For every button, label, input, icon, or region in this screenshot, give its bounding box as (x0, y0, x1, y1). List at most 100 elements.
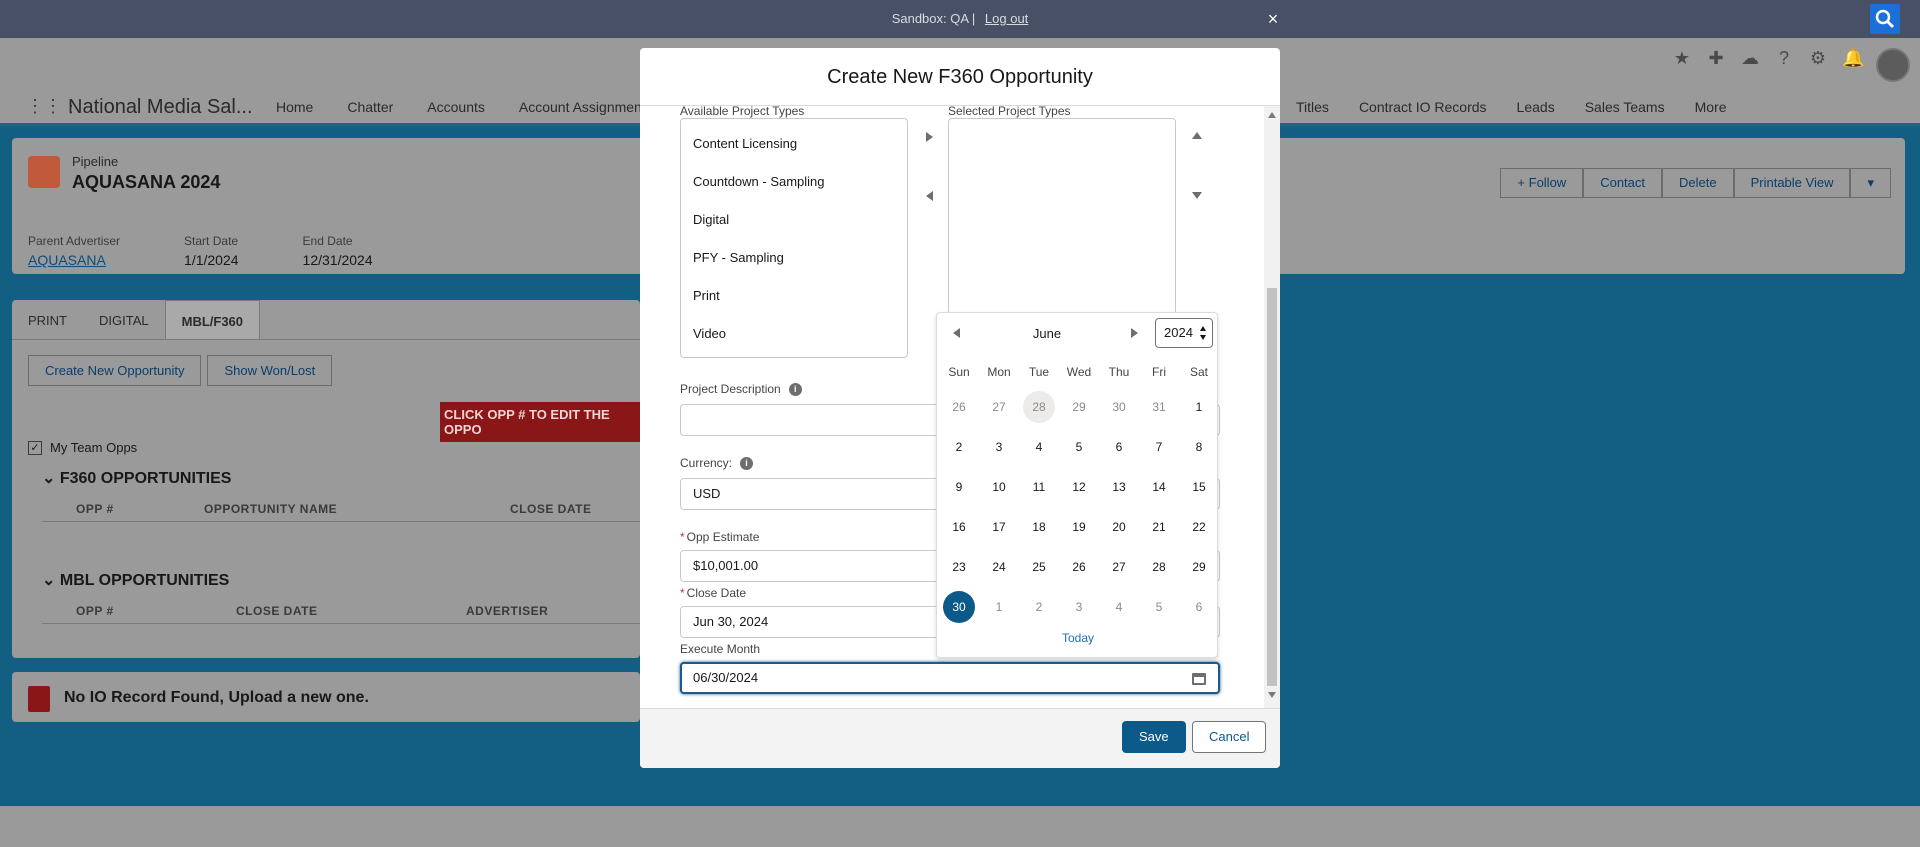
nav-item-sales-teams[interactable]: Sales Teams (1585, 99, 1665, 115)
f360-section-title[interactable]: ⌄ F360 OPPORTUNITIES (42, 468, 231, 488)
nav-item-more[interactable]: More (1695, 99, 1727, 115)
calendar-day[interactable]: 27 (1099, 547, 1139, 587)
calendar-day[interactable]: 18 (1019, 507, 1059, 547)
move-left-icon[interactable] (926, 191, 933, 201)
calendar-day[interactable]: 28 (1139, 547, 1179, 587)
delete-button[interactable]: Delete (1662, 168, 1734, 198)
execute-month-input[interactable]: 06/30/2024 (680, 662, 1220, 694)
tab-digital[interactable]: DIGITAL (83, 300, 165, 339)
calendar-day[interactable]: 11 (1019, 467, 1059, 507)
calendar-day[interactable]: 5 (1139, 587, 1179, 627)
list-item[interactable]: Video (681, 315, 907, 353)
calendar-day[interactable]: 5 (1059, 427, 1099, 467)
calendar-day[interactable]: 29 (1059, 387, 1099, 427)
calendar-day[interactable]: 23 (939, 547, 979, 587)
trailhead-icon[interactable]: ☁ (1740, 48, 1760, 68)
calendar-day[interactable]: 9 (939, 467, 979, 507)
my-team-opps-checkbox[interactable]: ✓ My Team Opps (28, 440, 137, 455)
nav-item-account-assignments[interactable]: Account Assignments (519, 99, 653, 115)
calendar-day[interactable]: 15 (1179, 467, 1219, 507)
calendar-icon[interactable] (1192, 673, 1206, 685)
calendar-day[interactable]: 25 (1019, 547, 1059, 587)
today-link[interactable]: Today (937, 631, 1219, 645)
year-down-icon[interactable] (1200, 335, 1206, 340)
calendar-day[interactable]: 21 (1139, 507, 1179, 547)
list-item[interactable]: Content Licensing (681, 125, 907, 163)
calendar-day[interactable]: 10 (979, 467, 1019, 507)
printable-view-button[interactable]: Printable View (1733, 168, 1851, 198)
calendar-day[interactable]: 14 (1139, 467, 1179, 507)
favorites-icon[interactable]: ★ (1672, 48, 1692, 68)
list-item[interactable]: PFY - Sampling (681, 239, 907, 277)
year-select[interactable]: 2024 (1155, 318, 1213, 348)
calendar-day[interactable]: 22 (1179, 507, 1219, 547)
nav-item-leads[interactable]: Leads (1517, 99, 1555, 115)
next-month-icon[interactable] (1131, 328, 1138, 338)
show-won-lost-button[interactable]: Show Won/Lost (207, 355, 333, 386)
list-item[interactable]: Digital (681, 201, 907, 239)
calendar-day[interactable]: 28 (1019, 387, 1059, 427)
calendar-day[interactable]: 26 (1059, 547, 1099, 587)
scroll-up-icon[interactable] (1268, 112, 1276, 118)
calendar-day[interactable]: 8 (1179, 427, 1219, 467)
calendar-day[interactable]: 13 (1099, 467, 1139, 507)
search-icon[interactable] (1870, 4, 1900, 34)
calendar-day[interactable]: 3 (1059, 587, 1099, 627)
calendar-day[interactable]: 4 (1099, 587, 1139, 627)
calendar-day[interactable]: 7 (1139, 427, 1179, 467)
scroll-down-icon[interactable] (1268, 692, 1276, 698)
calendar-day[interactable]: 12 (1059, 467, 1099, 507)
calendar-day[interactable]: 27 (979, 387, 1019, 427)
move-up-icon[interactable] (1192, 132, 1202, 139)
modal-scrollbar[interactable] (1264, 106, 1280, 708)
app-launcher-icon[interactable]: ⋮⋮⋮ (26, 96, 80, 116)
list-item[interactable]: Countdown - Sampling (681, 163, 907, 201)
cancel-button[interactable]: Cancel (1192, 721, 1267, 753)
calendar-day[interactable]: 16 (939, 507, 979, 547)
year-up-icon[interactable] (1200, 326, 1206, 331)
calendar-day[interactable]: 19 (1059, 507, 1099, 547)
calendar-day[interactable]: 6 (1179, 587, 1219, 627)
gear-icon[interactable]: ⚙ (1808, 48, 1828, 68)
calendar-day[interactable]: 20 (1099, 507, 1139, 547)
nav-item-titles[interactable]: Titles (1296, 99, 1329, 115)
nav-item-chatter[interactable]: Chatter (347, 99, 393, 115)
calendar-day[interactable]: 30 (1099, 387, 1139, 427)
logout-link[interactable]: Log out (985, 11, 1028, 26)
list-item[interactable]: Print (681, 277, 907, 315)
nav-item-accounts[interactable]: Accounts (427, 99, 485, 115)
parent-advertiser-link[interactable]: AQUASANA (28, 252, 120, 268)
tab-mbl-f360[interactable]: MBL/F360 (164, 300, 261, 339)
calendar-day[interactable]: 24 (979, 547, 1019, 587)
calendar-day[interactable]: 29 (1179, 547, 1219, 587)
calendar-day[interactable]: 1 (1179, 387, 1219, 427)
calendar-day[interactable]: 30 (939, 587, 979, 627)
scroll-thumb[interactable] (1267, 288, 1277, 686)
nav-item-contract-io-records[interactable]: Contract IO Records (1359, 99, 1487, 115)
help-icon[interactable]: ? (1774, 48, 1794, 68)
avatar[interactable] (1876, 48, 1910, 82)
info-icon[interactable]: i (740, 457, 754, 471)
calendar-day[interactable]: 1 (979, 587, 1019, 627)
nav-item-home[interactable]: Home (276, 99, 313, 115)
bell-icon[interactable]: 🔔 (1842, 48, 1864, 68)
close-icon[interactable]: × (1264, 10, 1282, 28)
create-new-opportunity-button[interactable]: Create New Opportunity (28, 355, 202, 386)
calendar-day[interactable]: 31 (1139, 387, 1179, 427)
calendar-day[interactable]: 3 (979, 427, 1019, 467)
follow-button[interactable]: + Follow (1500, 168, 1584, 198)
checkbox-icon[interactable]: ✓ (28, 440, 42, 455)
available-project-types-list[interactable]: Content Licensing Countdown - Sampling D… (680, 118, 908, 358)
add-icon[interactable]: ✚ (1706, 48, 1726, 68)
calendar-day[interactable]: 17 (979, 507, 1019, 547)
previous-month-icon[interactable] (953, 328, 960, 338)
contact-button[interactable]: Contact (1583, 168, 1663, 198)
calendar-day[interactable]: 2 (939, 427, 979, 467)
more-actions-button[interactable]: ▾ (1850, 168, 1891, 198)
move-right-icon[interactable] (926, 132, 933, 142)
calendar-day[interactable]: 6 (1099, 427, 1139, 467)
mbl-section-title[interactable]: ⌄ MBL OPPORTUNITIES (42, 570, 229, 590)
tab-print[interactable]: PRINT (12, 300, 83, 339)
move-down-icon[interactable] (1192, 192, 1202, 199)
calendar-day[interactable]: 2 (1019, 587, 1059, 627)
